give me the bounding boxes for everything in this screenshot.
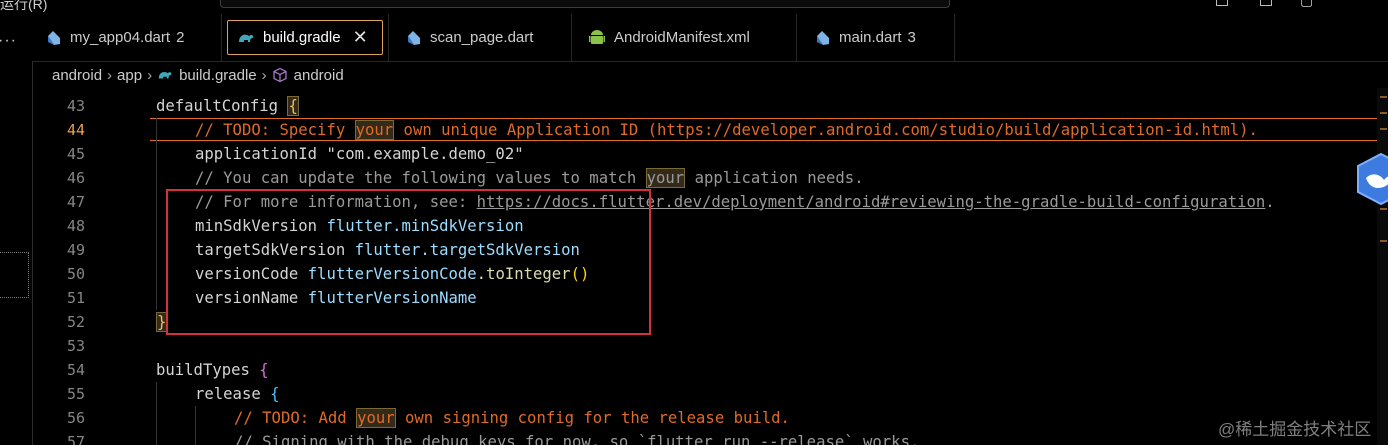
code-line-current[interactable]: 44 // TODO: Specify your own unique Appl… (32, 118, 1377, 142)
tab-androidmanifest-xml[interactable]: AndroidManifest.xml (572, 14, 797, 61)
code-text: applicationId "com.example.demo_02" (195, 145, 524, 163)
line-number: 44 (66, 121, 85, 139)
code-line[interactable]: 53 (32, 334, 1377, 358)
dart-icon (48, 30, 60, 45)
line-number: 50 (66, 265, 85, 283)
code-text: // TODO: Specify your own unique Applica… (195, 120, 1258, 140)
code-line[interactable]: 56 // TODO: Add your own signing config … (32, 406, 1377, 430)
editor-scrollbar[interactable] (1377, 88, 1388, 445)
code-line[interactable]: 46 // You can update the following value… (32, 166, 1377, 190)
code-line[interactable]: 45 applicationId "com.example.demo_02" (32, 142, 1377, 166)
breadcrumb-item-build-gradle[interactable]: build.gradle (179, 67, 257, 84)
line-number: 55 (66, 385, 85, 403)
line-number: 46 (66, 169, 85, 187)
tab-my-app04-dart[interactable]: my_app04.dart 2 (32, 14, 222, 61)
tab-scan-page-dart[interactable]: scan_page.dart (389, 14, 572, 61)
chevron-right-icon: › (147, 66, 153, 84)
code-text: release { (195, 385, 280, 403)
more-icon[interactable]: ··· (0, 32, 17, 50)
android-icon (589, 29, 605, 44)
minimap-marker (1380, 112, 1387, 114)
line-number: 52 (66, 313, 85, 331)
minimap-marker (1380, 96, 1387, 98)
menu-run[interactable]: 运行(R) (0, 0, 47, 14)
tab-build-gradle[interactable]: build.gradle ✕ (222, 14, 389, 61)
code-text: // You can update the following values t… (195, 168, 864, 188)
line-number: 45 (66, 145, 85, 163)
line-number: 57 (66, 433, 85, 445)
dart-icon (408, 30, 420, 45)
chevron-right-icon: › (107, 66, 113, 84)
line-number: 56 (66, 409, 85, 427)
line-number: 47 (66, 193, 85, 211)
layout-customize-icon[interactable]: ▢ (1300, 0, 1313, 9)
code-text: // TODO: Add your own signing config for… (234, 408, 790, 428)
code-text: buildTypes { (156, 361, 269, 379)
breadcrumb-item-android-block[interactable]: android (294, 67, 344, 84)
tab-main-dart[interactable]: main.dart 3 (797, 14, 955, 61)
explorer-strip: ··· (0, 14, 33, 445)
line-number: 54 (66, 361, 85, 379)
problem-count-badge: 3 (907, 29, 916, 46)
layout-toggle-icon[interactable] (1216, 0, 1228, 6)
line-number: 51 (66, 289, 85, 307)
code-text: // Signing with the debug keys for now, … (234, 433, 920, 445)
line-number: 48 (66, 217, 85, 235)
tab-label: my_app04.dart (70, 29, 171, 46)
watermark: @稀土掘金技术社区 (1218, 420, 1372, 439)
gradle-elephant-icon (158, 72, 172, 79)
explorer-selection[interactable] (0, 252, 29, 298)
tab-label: AndroidManifest.xml (614, 29, 750, 46)
title-bar: 运行(R) ▢ (0, 0, 1388, 14)
code-line[interactable]: 55 release { (32, 382, 1377, 406)
assistant-bird-icon[interactable] (1354, 152, 1388, 206)
tab-label: scan_page.dart (430, 29, 534, 46)
layout-panel-icon[interactable] (1260, 0, 1272, 6)
editor-tab-bar: my_app04.dart 2 build.gradle ✕ scan_page… (32, 14, 1388, 62)
code-text: defaultConfig { (156, 96, 299, 116)
problem-count-badge: 2 (176, 29, 185, 46)
minimap-marker (1380, 128, 1387, 130)
minimap-marker (1380, 240, 1387, 242)
line-number: 49 (66, 241, 85, 259)
chevron-right-icon: › (261, 66, 267, 84)
code-line[interactable]: 54 buildTypes { (32, 358, 1377, 382)
code-line[interactable]: 57 // Signing with the debug keys for no… (32, 430, 1377, 445)
code-line[interactable]: 43 defaultConfig { (32, 94, 1377, 118)
annotation-highlight-box (166, 189, 651, 335)
breadcrumb-item-app[interactable]: app (117, 67, 142, 84)
command-center-search[interactable] (220, 0, 950, 8)
tab-label: main.dart (839, 29, 902, 46)
line-number: 53 (66, 337, 85, 355)
symbol-module-icon (273, 67, 287, 83)
dart-icon (817, 30, 829, 45)
breadcrumb-item-android[interactable]: android (52, 67, 102, 84)
line-number: 43 (66, 97, 85, 115)
breadcrumb: android › app › build.gradle › android (32, 62, 344, 88)
minimap-marker (1380, 208, 1387, 210)
